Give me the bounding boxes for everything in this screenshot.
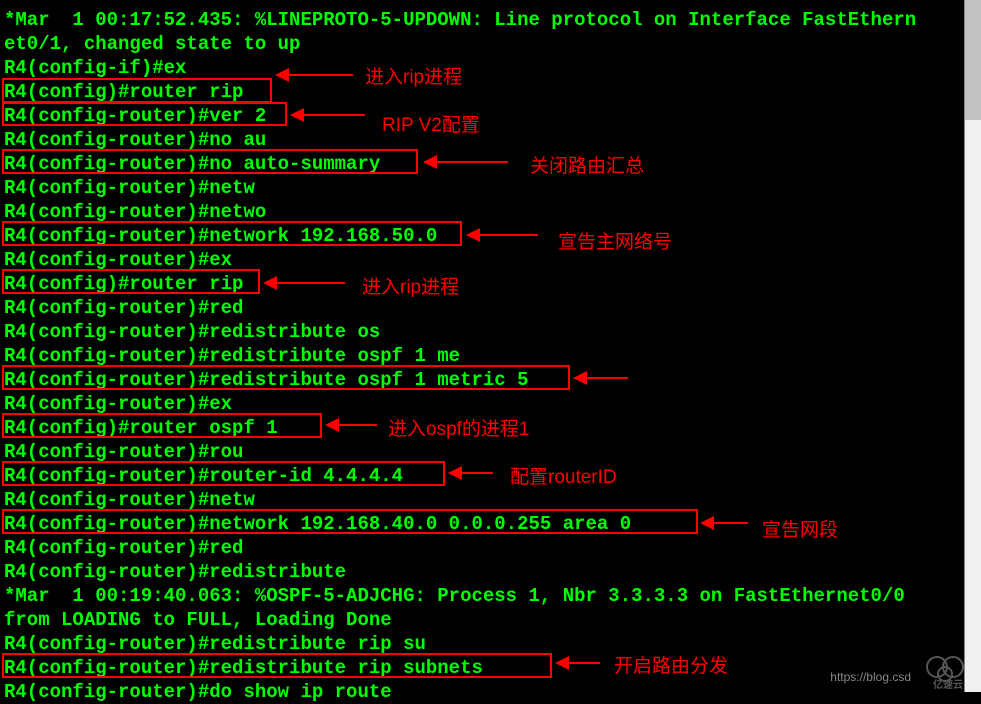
terminal-line: R4(config-router)#red xyxy=(4,536,977,560)
terminal-line: R4(config-router)#red xyxy=(4,296,977,320)
svg-text:亿速云: 亿速云 xyxy=(933,678,963,690)
terminal-line: R4(config-router)#redistribute os xyxy=(4,320,977,344)
terminal-output: *Mar 1 00:17:52.435: %LINEPROTO-5-UPDOWN… xyxy=(0,0,981,692)
terminal-line: R4(config-router)#netwo xyxy=(4,200,977,224)
terminal-line: R4(config)#router rip xyxy=(4,272,977,296)
logo-icon: 亿速云 xyxy=(919,652,977,690)
terminal-line: from LOADING to FULL, Loading Done xyxy=(4,608,977,632)
terminal-line: R4(config-router)#network 192.168.50.0 xyxy=(4,224,977,248)
terminal-line: R4(config-router)#redistribute ospf 1 me… xyxy=(4,368,977,392)
terminal-line: *Mar 1 00:19:40.063: %OSPF-5-ADJCHG: Pro… xyxy=(4,584,977,608)
terminal-line: R4(config)#router ospf 1 xyxy=(4,416,977,440)
terminal-line: R4(config-router)#redistribute xyxy=(4,560,977,584)
terminal-line: R4(config-router)#network 192.168.40.0 0… xyxy=(4,512,977,536)
terminal-line: et0/1, changed state to up xyxy=(4,32,977,56)
terminal-line: R4(config-router)#ver 2 xyxy=(4,104,977,128)
terminal-line: R4(config-router)#netw xyxy=(4,488,977,512)
scrollbar-thumb[interactable] xyxy=(965,0,981,120)
terminal-line: R4(config-router)#ex xyxy=(4,248,977,272)
terminal-line: R4(config-router)#no auto-summary xyxy=(4,152,977,176)
terminal-line: R4(config-router)#redistribute ospf 1 me xyxy=(4,344,977,368)
terminal-line: R4(config-router)#router-id 4.4.4.4 xyxy=(4,464,977,488)
terminal-line: *Mar 1 00:17:52.435: %LINEPROTO-5-UPDOWN… xyxy=(4,8,977,32)
terminal-line: R4(config-if)#ex xyxy=(4,56,977,80)
terminal-line: R4(config-router)#ex xyxy=(4,392,977,416)
watermark: https://blog.csd xyxy=(830,670,911,684)
terminal-line: R4(config-router)#netw xyxy=(4,176,977,200)
terminal-line: R4(config)#router rip xyxy=(4,80,977,104)
terminal-line: R4(config-router)#no au xyxy=(4,128,977,152)
terminal-line: R4(config-router)#redistribute rip su xyxy=(4,632,977,656)
scrollbar[interactable] xyxy=(964,0,981,692)
terminal-line: R4(config-router)#rou xyxy=(4,440,977,464)
